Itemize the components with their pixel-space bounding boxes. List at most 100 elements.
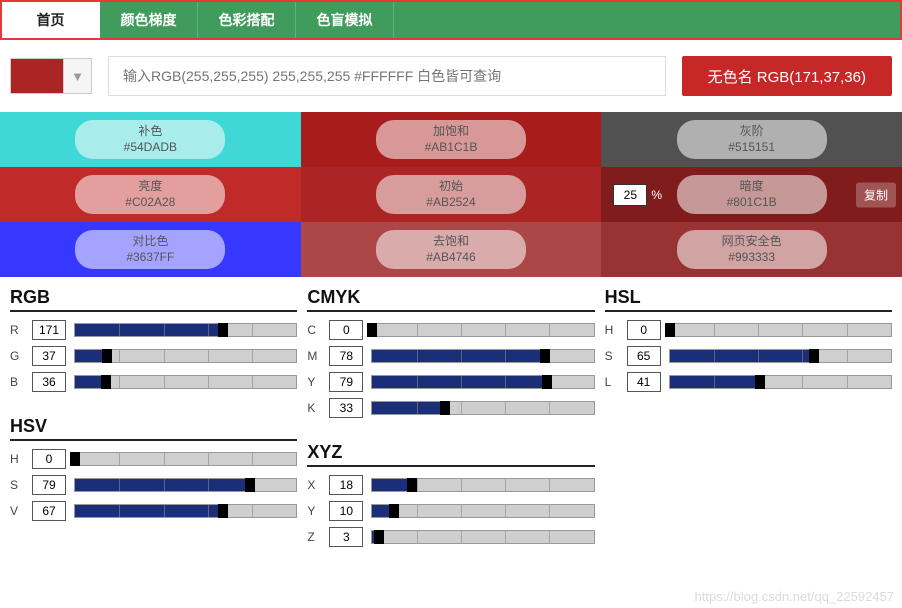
slider-label: H — [605, 323, 619, 337]
slider-track[interactable] — [74, 478, 297, 492]
color-card[interactable]: 灰阶#515151 — [601, 112, 902, 167]
slider-track[interactable] — [669, 323, 892, 337]
sliders-col-2: CMYKCMYKXYZXYZ — [307, 287, 594, 553]
slider-value-input[interactable] — [329, 501, 363, 521]
slider-track[interactable] — [74, 504, 297, 518]
chevron-down-icon[interactable]: ▼ — [64, 58, 92, 94]
color-card-hex: #AB4746 — [404, 250, 498, 266]
slider-value-input[interactable] — [329, 475, 363, 495]
slider-value-input[interactable] — [627, 320, 661, 340]
slider-value-input[interactable] — [32, 320, 66, 340]
slider-value-input[interactable] — [32, 372, 66, 392]
slider-value-input[interactable] — [32, 501, 66, 521]
slider-fill — [372, 376, 547, 388]
slider-thumb[interactable] — [101, 375, 111, 389]
slider-track[interactable] — [371, 323, 594, 337]
slider-track[interactable] — [371, 504, 594, 518]
slider-thumb[interactable] — [665, 323, 675, 337]
slider-value-input[interactable] — [627, 346, 661, 366]
slider-fill — [670, 376, 761, 388]
slider-row: S — [605, 346, 892, 366]
slider-value-input[interactable] — [329, 346, 363, 366]
tab-colorblind[interactable]: 色盲模拟 — [296, 2, 394, 38]
card-actions: 复制 — [856, 182, 896, 207]
slider-row: Y — [307, 501, 594, 521]
color-card-title: 暗度 — [705, 179, 799, 195]
slider-thumb[interactable] — [389, 504, 399, 518]
tab-bar-rest — [394, 2, 900, 38]
slider-label: S — [10, 478, 24, 492]
color-card-hex: #801C1B — [705, 195, 799, 211]
slider-track[interactable] — [371, 401, 594, 415]
slider-value-input[interactable] — [32, 449, 66, 469]
slider-label: S — [605, 349, 619, 363]
slider-thumb[interactable] — [809, 349, 819, 363]
slider-track[interactable] — [371, 478, 594, 492]
slider-thumb[interactable] — [440, 401, 450, 415]
color-card[interactable]: 暗度#801C1B%复制 — [601, 167, 902, 222]
slider-row: R — [10, 320, 297, 340]
sliders-section: RGBRGBHSVHSV CMYKCMYKXYZXYZ HSLHSL — [0, 277, 902, 573]
slider-value-input[interactable] — [329, 527, 363, 547]
color-picker[interactable]: ▼ — [10, 58, 92, 94]
slider-thumb[interactable] — [542, 375, 552, 389]
slider-track[interactable] — [669, 375, 892, 389]
slider-row: H — [605, 320, 892, 340]
color-card[interactable]: 对比色#3637FF — [0, 222, 301, 277]
tab-gradient[interactable]: 颜色梯度 — [100, 2, 198, 38]
tab-palette[interactable]: 色彩搭配 — [198, 2, 296, 38]
color-card[interactable]: 补色#54DADB — [0, 112, 301, 167]
slider-thumb[interactable] — [102, 349, 112, 363]
slider-row: B — [10, 372, 297, 392]
copy-button[interactable]: 复制 — [856, 182, 896, 207]
slider-track[interactable] — [371, 530, 594, 544]
slider-thumb[interactable] — [540, 349, 550, 363]
watermark: https://blog.csdn.net/qq_22592457 — [695, 589, 895, 604]
color-card[interactable]: 网页安全色#993333 — [601, 222, 902, 277]
color-card[interactable]: 初始#AB2524 — [301, 167, 602, 222]
slider-track[interactable] — [669, 349, 892, 363]
slider-group-title: HSV — [10, 416, 297, 441]
slider-value-input[interactable] — [329, 398, 363, 418]
color-card-hex: #3637FF — [103, 250, 197, 266]
slider-row: Y — [307, 372, 594, 392]
slider-track[interactable] — [74, 349, 297, 363]
tab-home[interactable]: 首页 — [2, 2, 100, 38]
slider-thumb[interactable] — [245, 478, 255, 492]
color-card[interactable]: 去饱和#AB4746 — [301, 222, 602, 277]
slider-value-input[interactable] — [329, 320, 363, 340]
sliders-col-3: HSLHSL — [605, 287, 892, 553]
color-card-title: 亮度 — [103, 179, 197, 195]
slider-row: G — [10, 346, 297, 366]
color-card-pill: 网页安全色#993333 — [677, 230, 827, 269]
slider-track[interactable] — [74, 452, 297, 466]
slider-track[interactable] — [371, 349, 594, 363]
color-card-title: 加饱和 — [404, 124, 498, 140]
slider-row: V — [10, 501, 297, 521]
slider-label: Y — [307, 504, 321, 518]
slider-row: X — [307, 475, 594, 495]
slider-thumb[interactable] — [374, 530, 384, 544]
slider-thumb[interactable] — [367, 323, 377, 337]
slider-thumb[interactable] — [218, 323, 228, 337]
slider-value-input[interactable] — [32, 346, 66, 366]
slider-thumb[interactable] — [407, 478, 417, 492]
search-input[interactable] — [108, 56, 666, 96]
slider-track[interactable] — [371, 375, 594, 389]
slider-value-input[interactable] — [627, 372, 661, 392]
slider-value-input[interactable] — [329, 372, 363, 392]
slider-track[interactable] — [74, 375, 297, 389]
slider-track[interactable] — [74, 323, 297, 337]
brightness-input[interactable] — [613, 184, 647, 206]
slider-row: K — [307, 398, 594, 418]
slider-value-input[interactable] — [32, 475, 66, 495]
color-card[interactable]: 亮度#C02A28 — [0, 167, 301, 222]
color-card-pill: 灰阶#515151 — [677, 120, 827, 159]
color-card[interactable]: 加饱和#AB1C1B — [301, 112, 602, 167]
sliders-col-1: RGBRGBHSVHSV — [10, 287, 297, 553]
result-button[interactable]: 无色名 RGB(171,37,36) — [682, 56, 892, 96]
slider-thumb[interactable] — [70, 452, 80, 466]
slider-label: H — [10, 452, 24, 466]
slider-thumb[interactable] — [755, 375, 765, 389]
slider-thumb[interactable] — [218, 504, 228, 518]
